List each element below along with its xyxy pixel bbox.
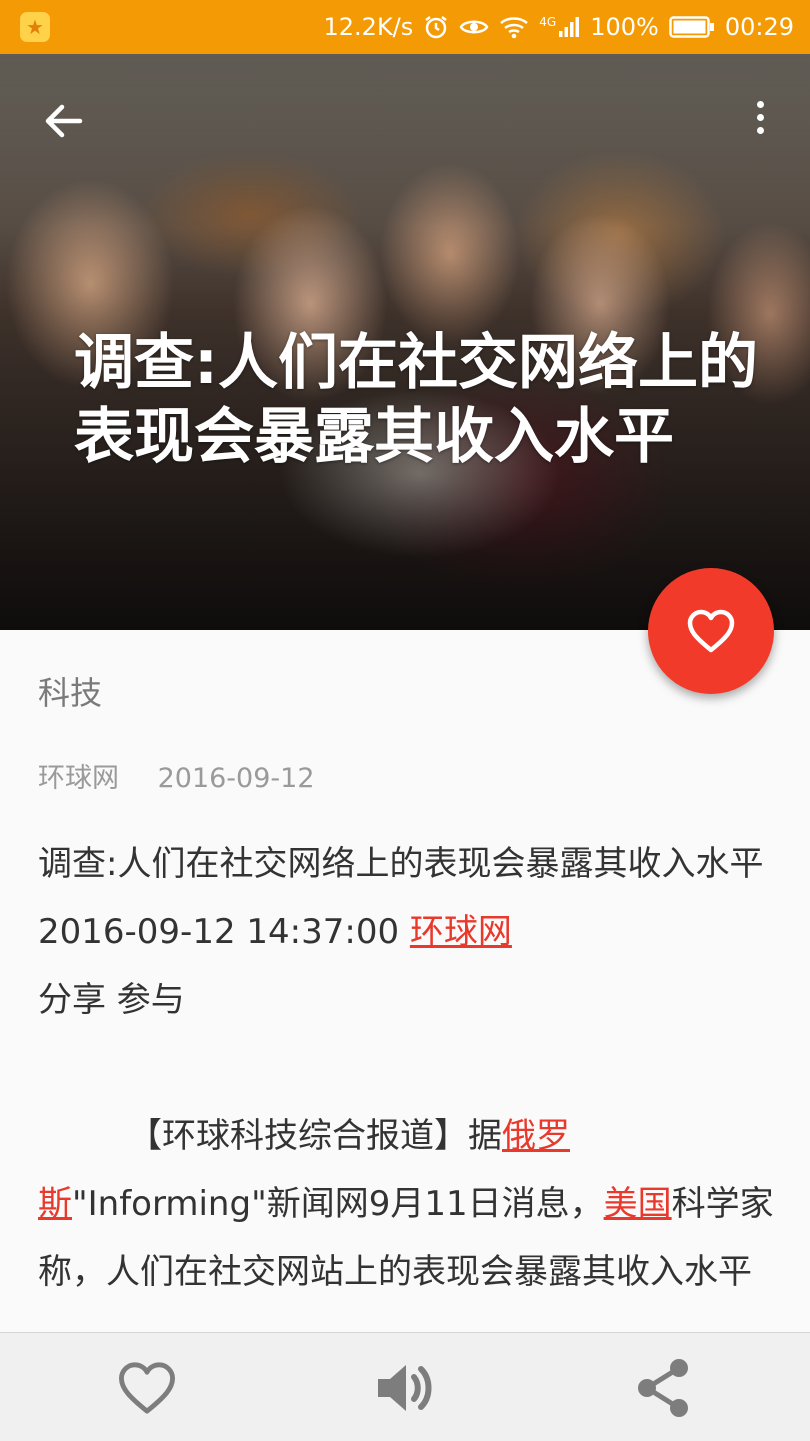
- eye-comfort-icon: [459, 20, 489, 34]
- alarm-icon: [425, 16, 448, 39]
- more-vert-icon-dot: [756, 113, 764, 121]
- bottom-action-bar: [0, 1332, 810, 1441]
- network-type: 4G: [539, 15, 557, 29]
- audio-button[interactable]: [370, 1353, 440, 1423]
- more-vert-icon-dot: [756, 126, 764, 134]
- heart-outline-icon: [687, 609, 735, 653]
- share-participate-text: 分享 参与: [38, 980, 185, 1020]
- clock: 00:29: [724, 13, 794, 41]
- article-source: 环球网: [38, 763, 119, 794]
- intro-text: 调查:人们在社交网络上的表现会暴露其收入水平 2016-09-12 14:37:…: [38, 844, 764, 952]
- favorite-button[interactable]: [112, 1353, 182, 1423]
- wifi-icon: [500, 17, 529, 39]
- usa-link[interactable]: 美国: [604, 1184, 672, 1224]
- share-icon: [638, 1359, 688, 1417]
- article-paragraph: 【环球科技综合报道】据俄罗斯"Informing"新闻网9月11日消息，美国科学…: [38, 1102, 778, 1306]
- battery-percent: 100%: [590, 13, 659, 41]
- article-date: 2016-09-12: [157, 763, 315, 794]
- app-notification-icon: ★: [20, 12, 50, 42]
- hero-image: 调查:人们在社交网络上的表现会暴露其收入水平: [0, 54, 810, 630]
- share-button[interactable]: [628, 1353, 698, 1423]
- net-speed: 12.2K/s: [323, 13, 414, 41]
- source-link[interactable]: 环球网: [410, 912, 512, 952]
- paragraph-text: "Informing"新闻网9月11日消息，: [72, 1184, 604, 1224]
- status-bar: ★ 12.2K/s 4G 100% 00:29: [0, 0, 810, 54]
- back-button[interactable]: [40, 98, 86, 144]
- favorite-fab-button[interactable]: [648, 568, 774, 694]
- more-vert-icon: [756, 100, 764, 108]
- heart-outline-icon: [119, 1362, 175, 1414]
- article-intro: 调查:人们在社交网络上的表现会暴露其收入水平 2016-09-12 14:37:…: [38, 830, 778, 1034]
- status-indicators: 12.2K/s 4G 100% 00:29: [324, 13, 795, 41]
- battery-icon: [669, 16, 714, 38]
- article-body: 调查:人们在社交网络上的表现会暴露其收入水平 2016-09-12 14:37:…: [38, 830, 778, 1306]
- signal-icon: [559, 17, 580, 37]
- paragraph-text: 【环球科技综合报道】据: [128, 1116, 502, 1156]
- article-meta: 环球网 2016-09-12: [38, 756, 315, 795]
- arrow-left-icon: [45, 104, 83, 138]
- more-options-button[interactable]: [742, 94, 778, 140]
- volume-icon: [378, 1365, 432, 1411]
- article-title: 调查:人们在社交网络上的表现会暴露其收入水平: [74, 328, 758, 472]
- article-category: 科技: [38, 674, 103, 712]
